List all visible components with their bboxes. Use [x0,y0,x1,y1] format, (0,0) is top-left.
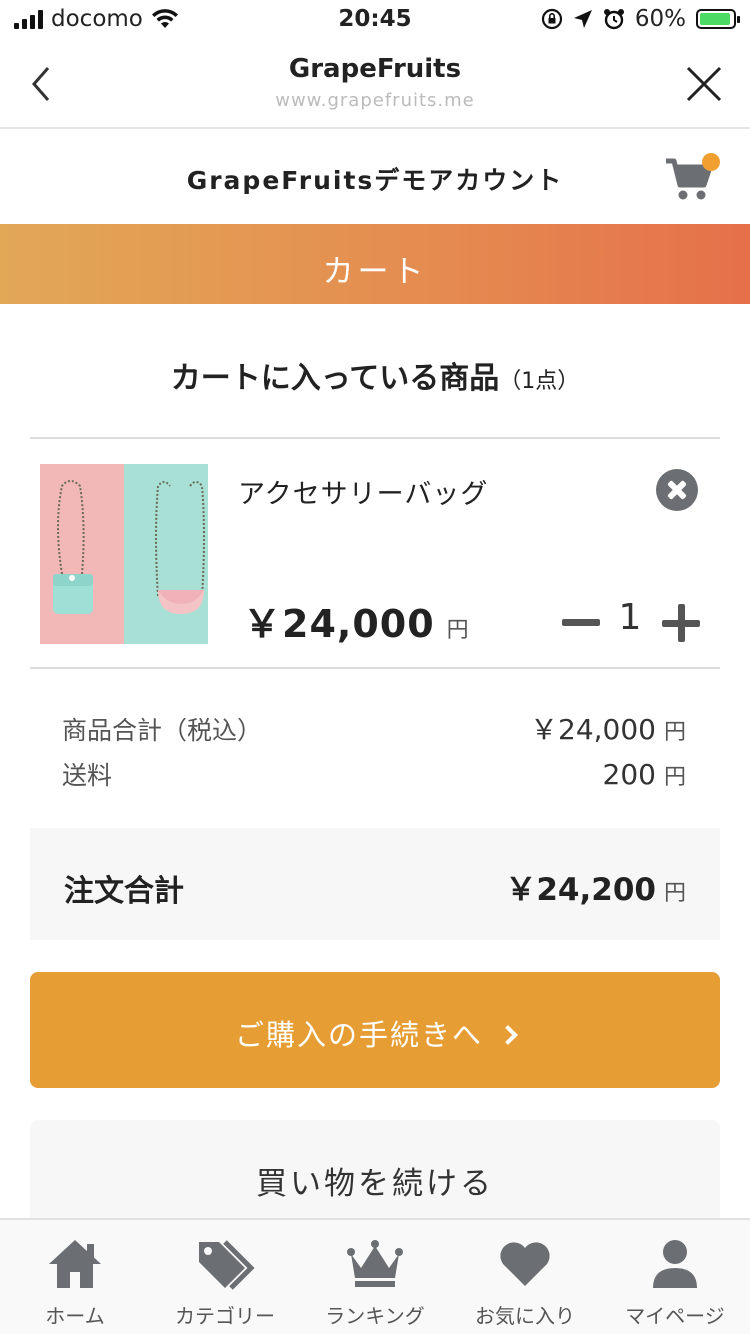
shop-header: GrapeFruitsデモアカウント [0,131,750,224]
shipping-row: 送料 200 円 [62,756,686,792]
browser-nav-bar: GrapeFruits www.grapefruits.me [0,40,750,129]
home-icon [49,1240,101,1288]
checkout-button[interactable]: ご購入の手続きへ [30,972,720,1088]
rotation-lock-icon [541,8,562,30]
tab-favorites-label: お気に入り [475,1304,575,1328]
product-name[interactable]: アクセサリーバッグ [238,472,488,511]
tab-category[interactable]: カテゴリー [150,1220,300,1334]
tab-category-label: カテゴリー [175,1304,275,1328]
cart-heading: カートに入っている商品（1点） [0,353,750,397]
page-banner: カート [0,224,750,304]
divider [30,667,720,669]
order-total-unit: 円 [663,881,686,906]
checkout-label: ご購入の手続きへ [234,1018,483,1052]
page-title: カート [322,254,428,290]
quantity-decrease-button[interactable] [562,605,600,641]
battery-icon [696,9,740,29]
location-icon [573,10,592,28]
tab-bar: ホーム カテゴリー ランキング お気に入り マイページ [0,1218,750,1334]
subtotal-unit: 円 [663,720,686,745]
shop-name[interactable]: GrapeFruitsデモアカウント [0,161,750,197]
order-total: ￥24,200 円 [505,864,686,909]
order-total-value: ￥24,200 [505,872,656,908]
tab-ranking-label: ランキング [325,1304,425,1328]
tab-home-label: ホーム [45,1304,105,1328]
tab-mypage[interactable]: マイページ [600,1220,750,1334]
shipping-value: 200 [602,758,656,791]
product-price-value: ￥24,000 [243,602,435,646]
crown-icon [347,1240,403,1287]
subtotal-label: 商品合計（税込） [62,716,263,745]
shipping-unit: 円 [663,765,686,790]
battery-percent: 60% [634,6,686,32]
tags-icon [199,1240,255,1290]
tab-mypage-label: マイページ [625,1304,725,1328]
shipping-label: 送料 [62,761,113,790]
tab-ranking[interactable]: ランキング [300,1220,450,1334]
status-bar: docomo 20:45 60% [0,0,750,40]
cart-count: （1点） [499,369,580,394]
cart-heading-text: カートに入っている商品 [170,361,500,396]
site-url: www.grapefruits.me [275,90,475,111]
user-icon [653,1240,697,1288]
heart-icon [500,1242,550,1286]
tab-favorites[interactable]: お気に入り [450,1220,600,1334]
divider [30,437,720,439]
alarm-icon [603,9,624,30]
quantity-value: 1 [618,597,642,638]
price-unit: 円 [446,618,470,643]
product-price: ￥24,000 円 [243,593,470,648]
tab-home[interactable]: ホーム [0,1220,150,1334]
site-title: GrapeFruits [288,54,462,84]
order-total-box: 注文合計 ￥24,200 円 [30,828,720,940]
cart-badge [702,153,720,171]
chevron-right-icon [498,1025,518,1045]
order-total-label: 注文合計 [64,874,184,909]
product-image[interactable] [40,464,208,644]
subtotal-row: 商品合計（税込） ￥24,000 円 [62,708,686,748]
subtotal-value: ￥24,000 [530,713,656,746]
close-icon[interactable] [684,64,724,104]
continue-shopping-label: 買い物を続ける [256,1166,494,1202]
remove-item-button[interactable] [656,469,698,511]
quantity-increase-button[interactable] [662,604,700,642]
